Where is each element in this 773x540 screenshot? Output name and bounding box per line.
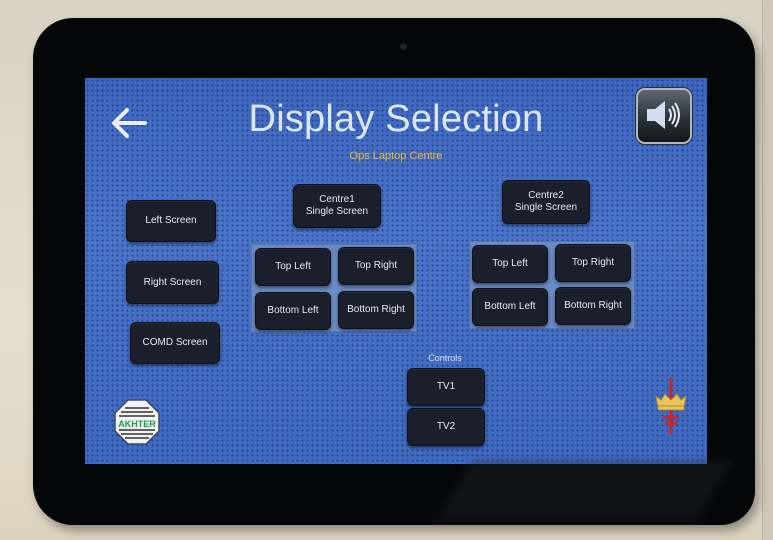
speaker-volume-icon — [647, 101, 680, 129]
left-screen-button[interactable]: Left Screen — [126, 200, 216, 242]
tv1-button[interactable]: TV1 — [407, 368, 485, 406]
controls-label: Controls — [428, 353, 462, 363]
centre2-bottom-right-button[interactable]: Bottom Right — [555, 287, 631, 325]
centre1-bottom-right-button[interactable]: Bottom Right — [338, 291, 414, 329]
camera-icon — [400, 43, 407, 50]
centre2-single-screen-button[interactable]: Centre2 Single Screen — [502, 180, 590, 224]
tv2-button[interactable]: TV2 — [407, 408, 485, 446]
crest-logo — [653, 378, 689, 434]
centre2-bottom-left-button[interactable]: Bottom Left — [472, 288, 548, 326]
centre2-top-left-button[interactable]: Top Left — [472, 245, 548, 283]
page-subtitle: Ops Laptop Centre — [349, 150, 443, 162]
centre2-top-right-button[interactable]: Top Right — [555, 244, 631, 282]
centre1-top-left-button[interactable]: Top Left — [255, 248, 331, 286]
screen-reflection — [437, 460, 733, 520]
centre1-bottom-left-button[interactable]: Bottom Left — [255, 292, 331, 330]
centre1-single-screen-button[interactable]: Centre1 Single Screen — [293, 184, 381, 228]
volume-button[interactable] — [636, 88, 692, 144]
akhter-logo-text: AKHTER — [118, 419, 156, 429]
centre1-top-right-button[interactable]: Top Right — [338, 247, 414, 285]
comd-screen-button[interactable]: COMD Screen — [130, 322, 220, 364]
akhter-logo: AKHTER — [113, 398, 161, 446]
wall — [762, 0, 773, 540]
right-screen-button[interactable]: Right Screen — [126, 261, 219, 304]
page-title: Display Selection — [248, 98, 544, 140]
touch-screen: Display Selection Ops Laptop Centre Left… — [85, 78, 707, 464]
